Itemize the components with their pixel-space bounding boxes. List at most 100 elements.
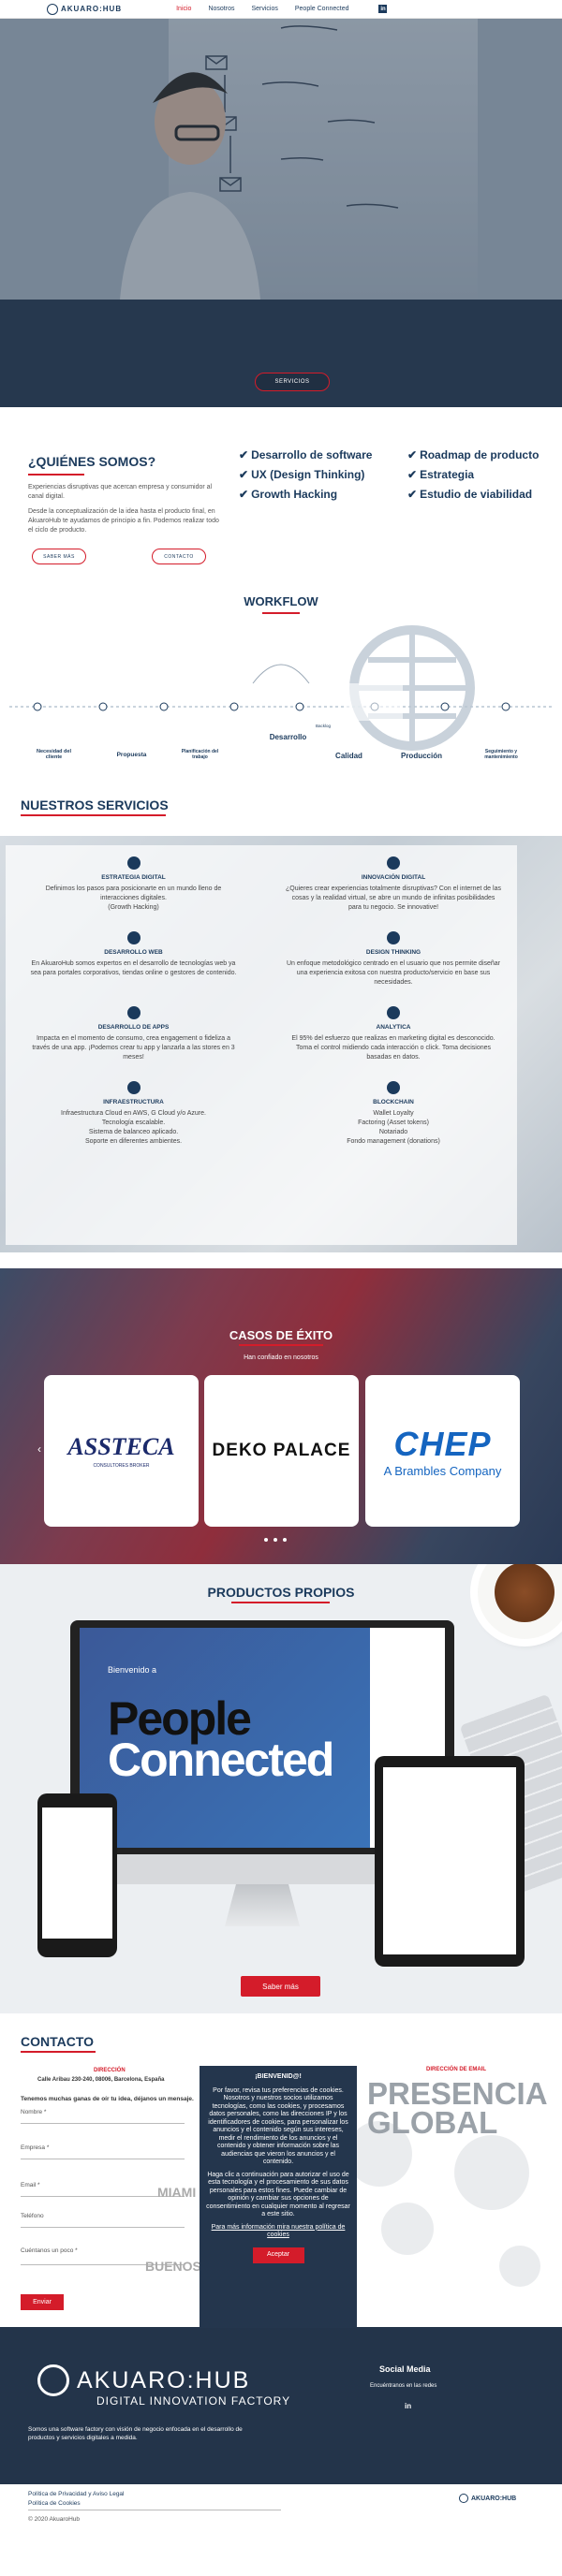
- workflow-step: Desarrollo: [269, 733, 307, 741]
- nombre-label: Nombre *: [21, 2109, 47, 2115]
- workflow-section: WORKFLOW Necesidad del cliente Propuesta…: [0, 585, 562, 786]
- footer-brand: AKUARO:HUB: [37, 2364, 250, 2396]
- nav-item-nosotros[interactable]: Nosotros: [208, 6, 234, 12]
- saber-mas-products-button[interactable]: Saber más: [241, 1976, 320, 1997]
- check-icon: ✔: [407, 448, 418, 461]
- service-item: ESTRATEGIA DIGITAL Definimos los pasos p…: [28, 856, 239, 913]
- service-item: ANALYTICA El 95% del esfuerzo que realiz…: [286, 1006, 501, 1062]
- capability-item: ✔ Estudio de viabilidad: [407, 488, 533, 501]
- city-label: MIAMI: [157, 2185, 197, 2200]
- cookie-text: Por favor, revisa tus preferencias de co…: [208, 2086, 348, 2166]
- carousel-next-icon[interactable]: ›: [515, 1442, 519, 1456]
- accept-cookies-button[interactable]: Aceptar: [252, 2247, 304, 2263]
- site-footer: AKUARO:HUB DIGITAL INNOVATION FACTORY So…: [0, 2327, 562, 2484]
- people-connected-logo: People Connected: [108, 1692, 334, 1786]
- contact-lead: Tenemos muchas ganas de oír tu idea, déj…: [21, 2096, 194, 2102]
- about-section: ¿QUIÉNES SOMOS? Experiencias disruptivas…: [0, 407, 562, 585]
- check-icon: ✔: [239, 468, 249, 481]
- about-intro: Experiencias disruptivas que acercan emp…: [28, 484, 213, 500]
- workflow-title: WORKFLOW: [244, 594, 318, 608]
- strategy-icon: [126, 856, 140, 870]
- header-logo-text: AKUARO:HUB: [61, 5, 123, 13]
- coffee-cup-image: [478, 1564, 562, 1639]
- cookie-text: Haga clic a continuación para autorizar …: [206, 2171, 350, 2218]
- cookie-title: ¡BIENVENID@!: [255, 2073, 302, 2080]
- success-cases-section: CASOS DE ÉXITO Han confiado en nosotros …: [0, 1268, 562, 1564]
- carousel-dot[interactable]: [283, 1538, 287, 1542]
- workflow-step: Seguimiento y mantenimiento: [484, 749, 518, 760]
- mensaje-label: Cuéntanos un poco *: [21, 2247, 78, 2254]
- linkedin-icon[interactable]: in: [378, 5, 388, 13]
- carousel-dots: [264, 1538, 287, 1542]
- about-description: Desde la conceptualización de la idea ha…: [28, 508, 219, 534]
- workflow-step: Calidad: [335, 752, 362, 760]
- legal-bar: Política de Privacidad y Aviso Legal Pol…: [0, 2484, 562, 2541]
- capability-item: ✔ Desarrollo de software: [239, 448, 373, 461]
- products-title: PRODUCTOS PROPIOS: [207, 1585, 355, 1600]
- presencia-global-heading: PRESENCIA GLOBAL: [367, 2076, 548, 2140]
- nav-item-inicio[interactable]: Inicio: [176, 6, 191, 12]
- owl-logo-icon: [37, 2364, 69, 2396]
- service-item: DESIGN THINKING Un enfoque metodológico …: [286, 931, 501, 988]
- nombre-input[interactable]: [21, 2123, 185, 2124]
- check-icon: ✔: [239, 488, 249, 501]
- direccion-title: DIRECCIÓN: [94, 2068, 126, 2073]
- phone-mockup: [37, 1793, 117, 1957]
- saber-mas-button[interactable]: SABER MÁS: [32, 549, 86, 564]
- workflow-backlog-label: Backlog: [315, 724, 331, 728]
- privacy-link[interactable]: Política de Privacidad y Aviso Legal: [28, 2491, 125, 2497]
- capabilities-list: ✔ Desarrollo de software ✔ Roadmap de prod…: [239, 449, 548, 501]
- client-logo-card: CHEP A Brambles Company: [365, 1375, 520, 1527]
- tablet-mockup: [375, 1756, 525, 1967]
- cases-title: CASOS DE ÉXITO: [229, 1328, 333, 1342]
- services-section: NUESTROS SERVICIOS ESTRATEGIA DIGITAL De…: [0, 786, 562, 1268]
- client-logo-card: DEKO PALACE: [204, 1375, 359, 1527]
- carousel-dot[interactable]: [274, 1538, 277, 1542]
- footer-tagline: DIGITAL INNOVATION FACTORY: [96, 2394, 291, 2408]
- hero-section: SERVICIOS: [0, 19, 562, 407]
- service-item: INFRAESTRUCTURA Infraestructura Cloud en…: [28, 1081, 239, 1147]
- footer-description: Somos una software factory con visión de…: [28, 2426, 243, 2441]
- service-item: DESARROLLO DE APPS Impacta en el momento…: [28, 1006, 239, 1062]
- nav-item-servicios[interactable]: Servicios: [251, 6, 277, 12]
- header-logo[interactable]: AKUARO:HUB: [47, 3, 123, 15]
- service-item: INNOVACIÓN DIGITAL ¿Quieres crear experi…: [286, 856, 501, 913]
- workflow-step: Producción: [400, 752, 442, 760]
- nav-item-people-connected[interactable]: People Connected: [295, 6, 349, 12]
- check-icon: ✔: [407, 488, 418, 501]
- capability-item: ✔ Roadmap de producto: [407, 448, 540, 461]
- capability-item: ✔ UX (Design Thinking): [239, 468, 365, 481]
- email-label: Email *: [21, 2182, 40, 2188]
- cookie-policy-link[interactable]: Para más información mira nuestra políti…: [206, 2224, 350, 2240]
- linkedin-icon[interactable]: in: [405, 2402, 411, 2410]
- analytics-icon: [387, 1006, 400, 1019]
- copyright-text: © 2020 AkuaroHub: [28, 2516, 81, 2523]
- cloud-icon: [126, 1081, 140, 1094]
- web-icon: [126, 931, 140, 944]
- carousel-dot[interactable]: [264, 1538, 268, 1542]
- email-address-title: DIRECCIÓN DE EMAIL: [426, 2067, 487, 2072]
- cookies-link[interactable]: Política de Cookies: [28, 2500, 81, 2507]
- telefono-label: Teléfono: [21, 2213, 44, 2219]
- servicios-button[interactable]: SERVICIOS: [255, 373, 330, 391]
- enviar-button[interactable]: Enviar: [21, 2294, 64, 2310]
- workflow-step: Planificación del trabajo: [181, 749, 219, 760]
- palette-icon: [387, 931, 400, 944]
- contact-title: CONTACTO: [21, 2034, 95, 2049]
- capability-item: ✔ Growth Hacking: [239, 488, 338, 501]
- blockchain-icon: [387, 1081, 400, 1094]
- contacto-button[interactable]: CONTACTO: [152, 549, 206, 564]
- welcome-text: Bienvenido a: [108, 1665, 157, 1675]
- service-item: DESARROLLO WEB En AkuaroHub somos expert…: [28, 931, 239, 978]
- cases-subtitle: Han confiado en nosotros: [244, 1354, 318, 1361]
- carousel-prev-icon[interactable]: ‹: [37, 1442, 41, 1456]
- products-section: PRODUCTOS PROPIOS Bienvenido a People Co…: [0, 1564, 562, 2013]
- main-nav: Inicio Nosotros Servicios People Connect…: [176, 6, 348, 12]
- capability-item: ✔ Estrategia: [407, 468, 475, 481]
- empresa-label: Empresa *: [21, 2144, 50, 2151]
- workflow-step: Necesidad del cliente: [37, 749, 71, 760]
- check-icon: ✔: [407, 468, 418, 481]
- telefono-input[interactable]: [21, 2227, 185, 2228]
- bottom-logo[interactable]: AKUARO:HUB: [459, 2494, 516, 2503]
- social-media-title: Social Media: [379, 2364, 431, 2374]
